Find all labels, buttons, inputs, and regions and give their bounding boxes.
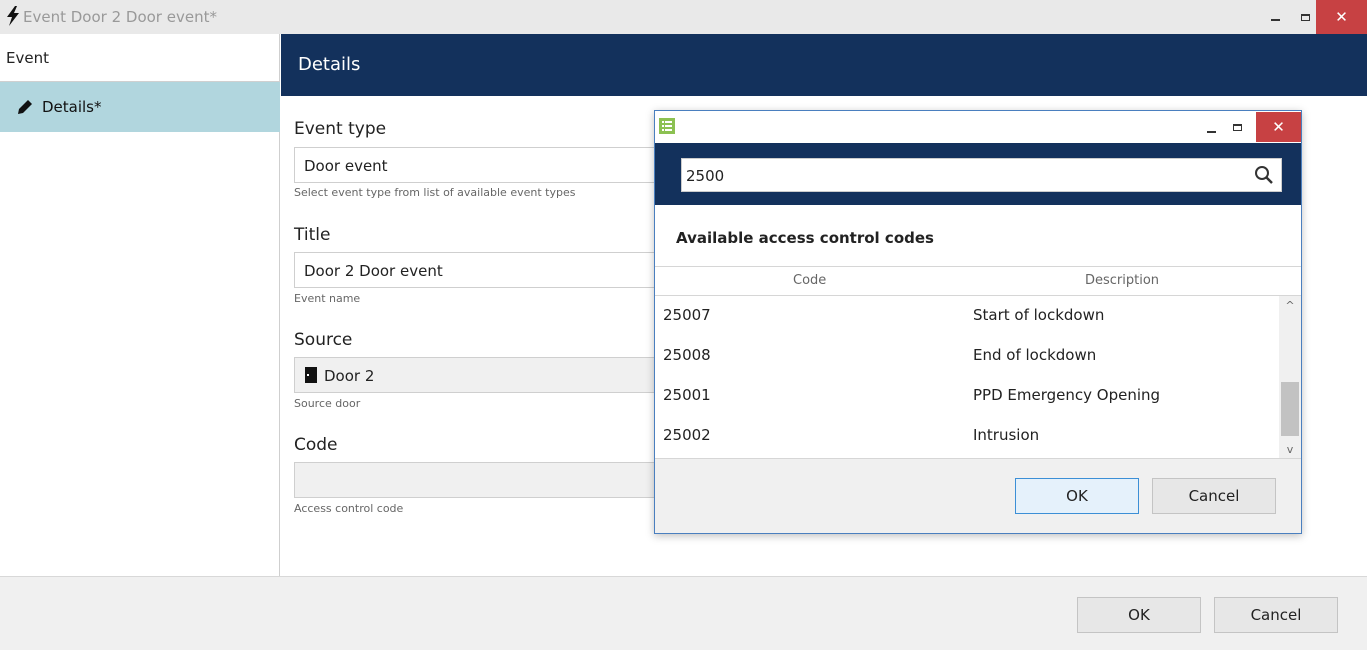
list-icon [659, 118, 675, 134]
row-code: 25007 [663, 306, 711, 324]
row-description: End of lockdown [973, 346, 1097, 364]
minimize-icon [1206, 131, 1216, 133]
table-row[interactable]: 25001 PPD Emergency Opening [655, 376, 1279, 416]
title-field[interactable]: Door 2 Door event [294, 252, 674, 288]
maximize-icon [1300, 13, 1310, 21]
event-type-field[interactable]: Door event [294, 147, 674, 183]
pencil-icon [18, 100, 32, 114]
row-description: Intrusion [973, 426, 1040, 444]
table-row[interactable]: 25002 Intrusion [655, 416, 1279, 456]
search-input[interactable]: 2500 [681, 158, 1282, 192]
window-titlebar: Event Door 2 Door event* ✕ [0, 0, 1367, 34]
source-label: Source [294, 330, 353, 350]
page-title: Details [298, 54, 361, 75]
dialog-cancel-button[interactable]: Cancel [1152, 478, 1276, 514]
lightning-icon [7, 6, 19, 26]
search-band: 2500 [655, 143, 1301, 205]
title-label: Title [294, 225, 331, 245]
row-description: PPD Emergency Opening [973, 386, 1161, 404]
close-icon: ✕ [1335, 8, 1348, 26]
search-value: 2500 [686, 167, 725, 185]
dialog-maximize-button[interactable] [1227, 117, 1247, 137]
list-scrollbar[interactable]: ^ v [1279, 296, 1301, 458]
table-row[interactable]: 25008 End of lockdown [655, 336, 1279, 376]
dialog-titlebar: ✕ [655, 111, 1301, 143]
close-button[interactable]: ✕ [1316, 0, 1367, 34]
close-icon: ✕ [1272, 118, 1285, 136]
event-type-label: Event type [294, 119, 387, 139]
code-label: Code [294, 435, 338, 455]
window-title: Event Door 2 Door event* [23, 8, 217, 26]
dialog-close-button[interactable]: ✕ [1256, 112, 1301, 142]
code-hint: Access control code [294, 502, 404, 515]
row-description: Start of lockdown [973, 306, 1105, 324]
scroll-down-icon[interactable]: v [1279, 440, 1301, 458]
title-hint: Event name [294, 292, 361, 305]
maximize-icon [1232, 123, 1242, 131]
table-row[interactable]: 25007 Start of lockdown [655, 296, 1279, 336]
access-code-dialog: ✕ 2500 Available access control codes Co… [654, 110, 1302, 534]
table-header: Code Description [655, 266, 1301, 296]
source-value: Door 2 [324, 367, 375, 385]
footer-bar: OK Cancel [0, 576, 1367, 650]
door-icon [305, 367, 317, 383]
row-code: 25002 [663, 426, 711, 444]
source-field[interactable]: Door 2 [294, 357, 674, 393]
section-title: Available access control codes [676, 229, 934, 247]
dialog-ok-button[interactable]: OK [1015, 478, 1139, 514]
dialog-minimize-button[interactable] [1201, 119, 1221, 139]
column-header-code[interactable]: Code [793, 273, 826, 288]
sidebar-header: Event [0, 34, 280, 82]
sidebar-item-details[interactable]: Details* [0, 82, 280, 132]
search-icon[interactable] [1254, 165, 1274, 185]
column-header-description[interactable]: Description [1085, 273, 1159, 288]
details-header: Details [281, 34, 1367, 96]
dialog-footer: OK Cancel [655, 458, 1301, 533]
code-list: 25007 Start of lockdown 25008 End of loc… [655, 296, 1301, 458]
event-type-hint: Select event type from list of available… [294, 186, 576, 199]
sidebar: Event Details* [0, 34, 280, 576]
row-code: 25001 [663, 386, 711, 404]
source-hint: Source door [294, 397, 361, 410]
cancel-button[interactable]: Cancel [1214, 597, 1338, 633]
minimize-icon [1270, 19, 1280, 21]
scroll-thumb[interactable] [1281, 382, 1299, 436]
ok-button[interactable]: OK [1077, 597, 1201, 633]
code-field[interactable] [294, 462, 674, 498]
row-code: 25008 [663, 346, 711, 364]
scroll-up-icon[interactable]: ^ [1279, 296, 1301, 314]
sidebar-item-label: Details* [42, 98, 102, 116]
